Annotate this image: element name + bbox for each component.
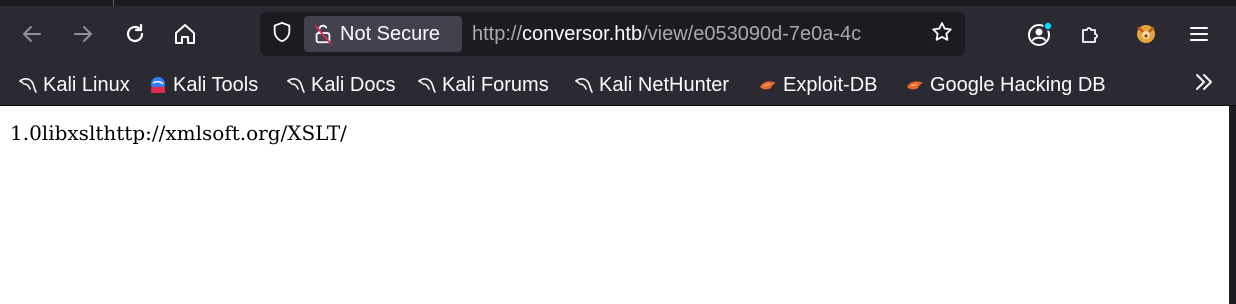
insecure-lock-icon: [312, 23, 334, 45]
kali-tools-icon: [148, 75, 168, 95]
url-host: conversor.htb: [522, 23, 643, 45]
navigation-toolbar: Not Secure http://conversor.htb/view/e05…: [0, 6, 1236, 64]
reload-button[interactable]: [117, 16, 153, 52]
kali-dragon-icon: [417, 75, 437, 95]
address-bar[interactable]: Not Secure http://conversor.htb/view/e05…: [260, 12, 965, 56]
bookmark-label: Kali NetHunter: [599, 73, 730, 96]
kali-dragon-icon: [18, 75, 38, 95]
bookmark-star-button[interactable]: [928, 20, 956, 48]
bookmark-label: Kali Forums: [442, 73, 549, 96]
url-path: /view/e053090d-7e0a-4c: [642, 23, 862, 45]
bookmark-label: Kali Linux: [43, 73, 130, 96]
bookmark-google-hacking-db[interactable]: Google Hacking DB: [905, 70, 1106, 100]
back-button[interactable]: [14, 16, 50, 52]
site-security-button[interactable]: Not Secure: [304, 16, 462, 52]
chevron-double-right-icon: [1192, 70, 1216, 100]
arrow-right-icon: [71, 22, 95, 46]
fox-extension-icon: [1134, 22, 1158, 46]
home-icon: [173, 22, 197, 46]
reload-icon: [123, 22, 147, 46]
bookmark-kali-linux[interactable]: Kali Linux: [18, 70, 130, 100]
forward-button[interactable]: [65, 16, 101, 52]
hamburger-menu-icon: [1187, 22, 1211, 46]
bookmark-label: Google Hacking DB: [930, 73, 1106, 96]
page-content: 1.0libxslthttp://xmlsoft.org/XSLT/: [0, 106, 1229, 304]
url-text[interactable]: http://conversor.htb/view/e053090d-7e0a-…: [472, 12, 926, 56]
puzzle-icon: [1079, 22, 1103, 46]
bookmark-kali-nethunter[interactable]: Kali NetHunter: [574, 70, 729, 100]
bookmark-kali-tools[interactable]: Kali Tools: [148, 70, 258, 100]
url-scheme: http://: [472, 23, 523, 45]
bookmark-exploit-db[interactable]: Exploit-DB: [758, 70, 877, 100]
tracking-protection-button[interactable]: [268, 20, 296, 48]
account-button[interactable]: [1022, 16, 1058, 52]
extensions-button[interactable]: [1073, 16, 1109, 52]
bookmark-kali-forums[interactable]: Kali Forums: [417, 70, 549, 100]
xslt-output-text: 1.0libxslthttp://xmlsoft.org/XSLT/: [10, 121, 347, 145]
window-edge: [1229, 106, 1236, 304]
bookmarks-toolbar: Kali Linux Kali Tools Kali Docs Kali For…: [0, 64, 1236, 106]
arrow-left-icon: [20, 22, 44, 46]
browser-window: Not Secure http://conversor.htb/view/e05…: [0, 0, 1236, 304]
bookmark-label: Kali Docs: [311, 73, 396, 96]
bookmark-kali-docs[interactable]: Kali Docs: [286, 70, 395, 100]
star-icon: [930, 20, 954, 48]
exploit-db-icon: [758, 75, 778, 95]
bookmarks-overflow-button[interactable]: [1192, 70, 1216, 100]
shield-icon: [271, 21, 293, 47]
not-secure-label: Not Secure: [340, 22, 441, 45]
account-icon: [1027, 21, 1053, 47]
home-button[interactable]: [167, 16, 203, 52]
kali-dragon-icon: [286, 75, 306, 95]
exploit-db-icon: [905, 75, 925, 95]
bookmark-label: Exploit-DB: [783, 73, 878, 96]
app-menu-button[interactable]: [1181, 16, 1217, 52]
extension-foxyproxy-button[interactable]: [1128, 16, 1164, 52]
kali-dragon-icon: [574, 75, 594, 95]
url-fade: [892, 12, 926, 56]
bookmark-label: Kali Tools: [173, 73, 259, 96]
